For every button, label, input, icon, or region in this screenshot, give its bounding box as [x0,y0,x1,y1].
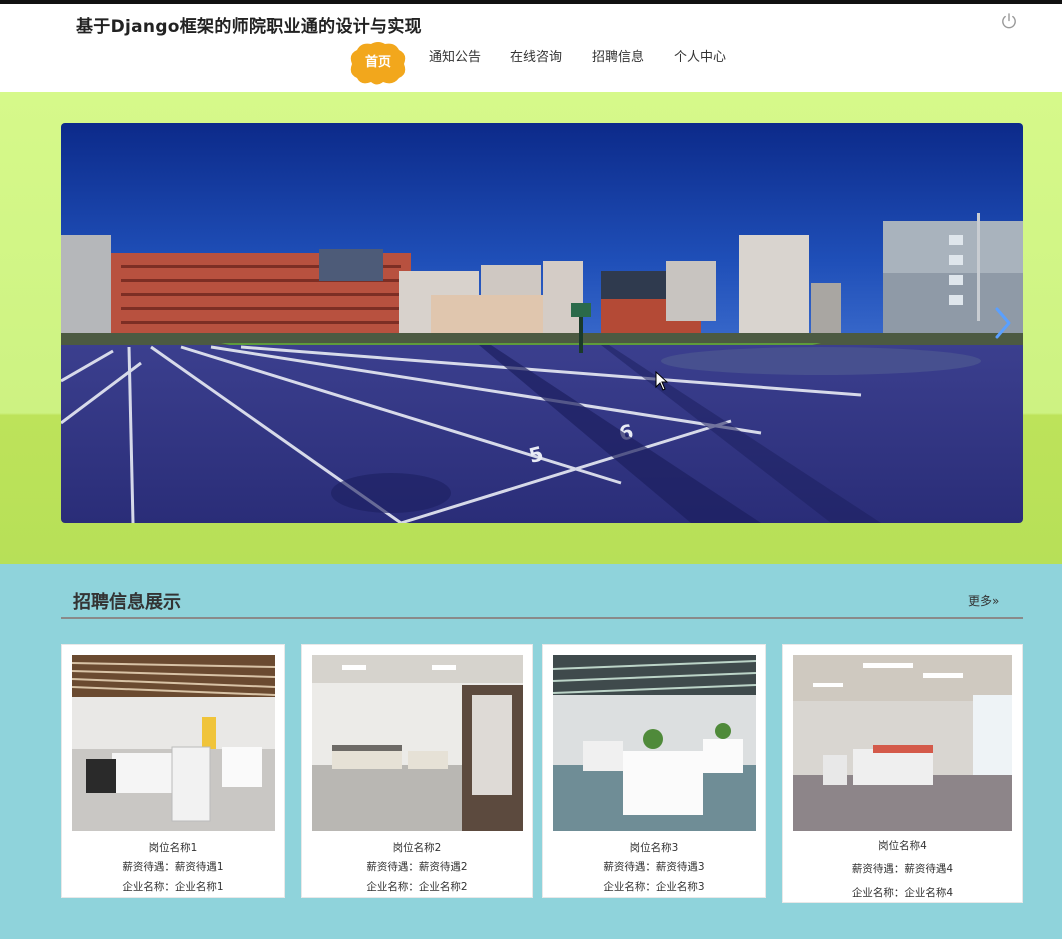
job-salary: 薪资待遇：薪资待遇4 [783,861,1022,876]
job-company: 企业名称：企业名称3 [543,879,765,894]
job-salary: 薪资待遇：薪资待遇1 [62,859,284,874]
job-photo [793,655,1012,831]
job-photo [72,655,275,831]
banner-image: 5 6 [61,123,1023,523]
job-company: 企业名称：企业名称2 [302,879,532,894]
nav-item-home[interactable]: 首页 [347,40,409,86]
job-card[interactable]: 岗位名称2 薪资待遇：薪资待遇2 企业名称：企业名称2 [301,644,533,898]
nav-item-consult[interactable]: 在线咨询 [510,48,562,68]
power-icon[interactable] [1000,12,1018,30]
nav-item-notices[interactable]: 通知公告 [429,48,481,68]
job-company: 企业名称：企业名称1 [62,879,284,894]
job-company: 企业名称：企业名称4 [783,885,1022,900]
job-card[interactable]: 岗位名称3 薪资待遇：薪资待遇3 企业名称：企业名称3 [542,644,766,898]
job-photo [312,655,523,831]
jobs-section: 招聘信息展示 更多» 岗位名称1 薪资待遇：薪资待遇1 企业名称：企业名称1 [0,564,1062,939]
job-card[interactable]: 岗位名称4 薪资待遇：薪资待遇4 企业名称：企业名称4 [782,644,1023,903]
site-header: 基于Django框架的师院职业通的设计与实现 首页 通知公告 在线咨询 招聘信息… [0,4,1062,92]
job-name: 岗位名称2 [302,840,532,855]
job-card[interactable]: 岗位名称1 薪资待遇：薪资待遇1 企业名称：企业名称1 [61,644,285,898]
section-divider [61,617,1023,619]
section-title: 招聘信息展示 [73,588,181,614]
site-title: 基于Django框架的师院职业通的设计与实现 [76,12,422,37]
nav-item-profile[interactable]: 个人中心 [674,48,726,68]
job-name: 岗位名称1 [62,840,284,855]
mouse-pointer-icon [655,371,669,391]
banner-carousel[interactable]: 5 6 [61,123,1023,523]
job-name: 岗位名称4 [783,838,1022,853]
nav-item-home-label: 首页 [347,51,409,70]
job-salary: 薪资待遇：薪资待遇3 [543,859,765,874]
nav-item-recruit[interactable]: 招聘信息 [592,48,644,68]
main-nav: 首页 通知公告 在线咨询 招聘信息 个人中心 [0,40,1062,86]
job-photo [553,655,756,831]
job-salary: 薪资待遇：薪资待遇2 [302,859,532,874]
chevron-right-icon[interactable] [991,303,1015,343]
more-link[interactable]: 更多» [968,592,999,609]
job-name: 岗位名称3 [543,840,765,855]
